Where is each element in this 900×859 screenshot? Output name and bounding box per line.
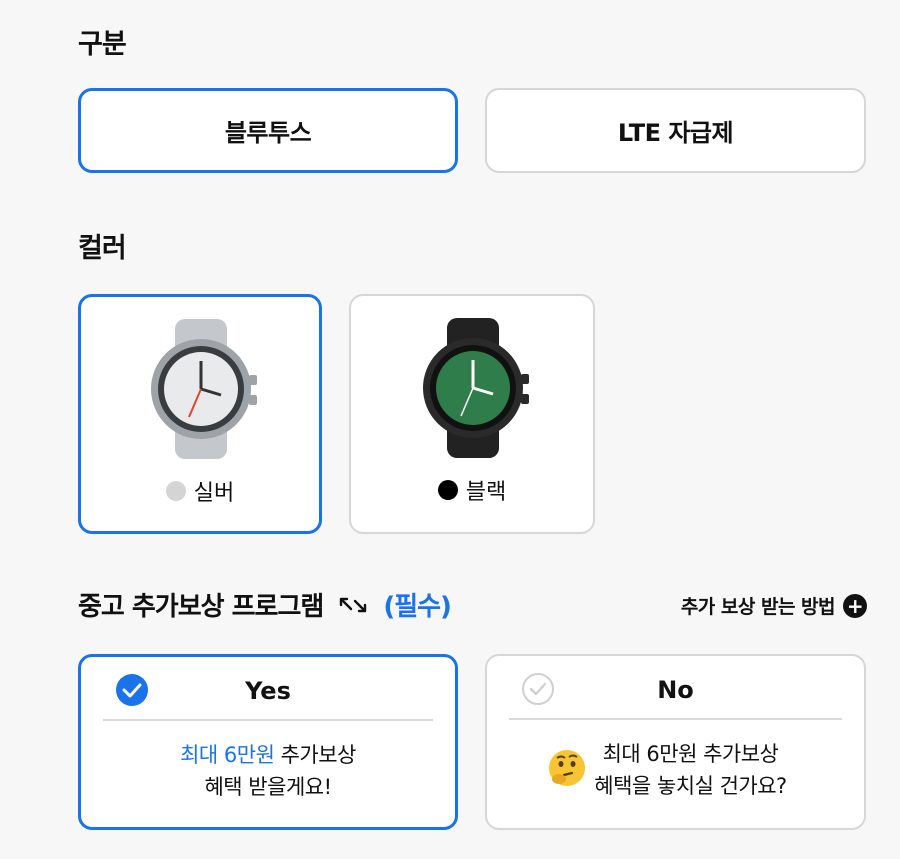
color-option-black[interactable]: 블랙 [349,294,595,534]
trade-in-option-title: No [657,676,694,704]
trade-in-option-message: 최대 6만원 추가보상 혜택을 놓치실 건가요? [517,738,864,802]
type-option-bluetooth[interactable]: 블루투스 [78,88,458,173]
required-label: (필수) [383,592,452,622]
type-option-lte[interactable]: LTE 자급제 [485,88,866,173]
trade-in-message-line2: 혜택을 놓치실 건가요? [594,774,787,798]
type-option-label: LTE 자급제 [617,119,734,147]
swap-arrows-icon [340,597,367,612]
color-option-label-row: 실버 [81,475,319,507]
silver-swatch [165,481,186,501]
silver-watch-image [151,319,257,459]
type-option-label: 블루투스 [224,119,312,147]
trade-in-message-line1: 추가보상 [274,743,357,767]
trade-in-message-line1: 최대 6만원 추가보상 [602,742,779,766]
color-option-label: 실버 [193,481,235,506]
color-option-label: 블랙 [465,480,507,505]
type-section-title: 구분 [78,29,127,60]
divider [509,718,842,720]
trade-in-title: 중고 추가보상 프로그램 [78,592,324,622]
trade-in-option-title: Yes [245,677,291,705]
black-watch-image [423,318,529,458]
trade-in-option-no[interactable]: No 최대 6만원 추가보상 혜택을 놓치실 건가요? [485,654,866,830]
divider [103,719,433,721]
black-swatch [437,480,458,500]
trade-in-header: 중고 추가보상 프로그램 (필수) [78,586,452,623]
trade-in-highlight: 최대 6만원 [180,743,275,767]
plus-circle-icon: + [843,593,867,618]
how-to-get-reward-label: 추가 보상 받는 방법 [680,596,836,618]
trade-in-option-yes[interactable]: Yes 최대 6만원 추가보상 혜택 받을게요! [78,654,458,830]
trade-in-message-line2: 혜택 받을게요! [204,775,332,799]
trade-in-option-message: 최대 6만원 추가보상 혜택 받을게요! [81,739,455,803]
color-section-title: 컬러 [78,233,127,264]
color-option-silver[interactable]: 실버 [78,294,322,534]
how-to-get-reward-link[interactable]: 추가 보상 받는 방법 + [681,592,867,619]
color-option-label-row: 블랙 [351,474,593,506]
